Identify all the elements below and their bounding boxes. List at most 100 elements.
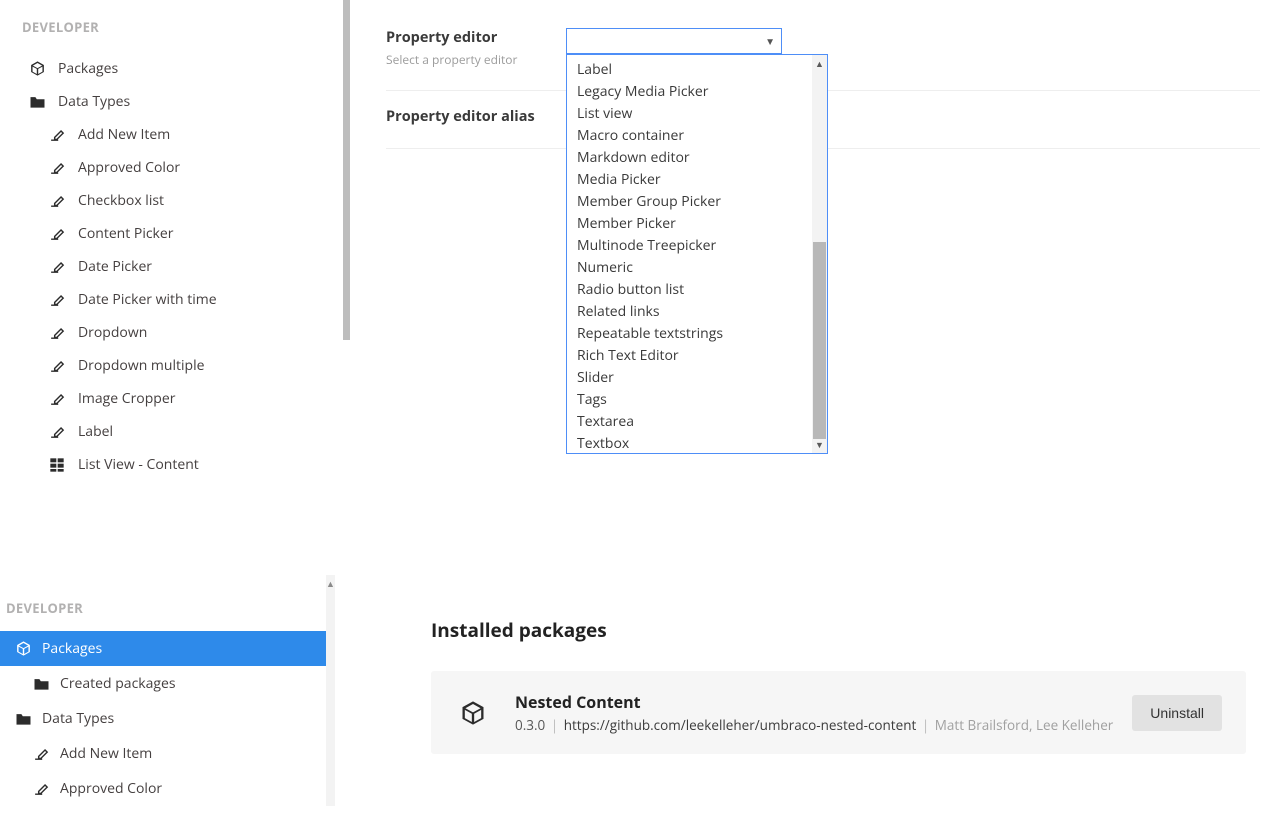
scroll-up-icon[interactable]: ▲ (812, 57, 827, 70)
folder-icon (32, 675, 50, 693)
scroll-thumb[interactable] (813, 242, 826, 439)
caret-down-icon: ▼ (765, 34, 775, 48)
package-card: Nested Content 0.3.0 | https://github.co… (431, 671, 1246, 754)
dropdown-option-legacy-media-picker[interactable]: Legacy Media Picker (567, 80, 812, 102)
tree-item-packages[interactable]: Packages (0, 631, 335, 666)
tree-item-add-new-item[interactable]: Add New Item (0, 736, 335, 771)
edit-icon (48, 390, 66, 408)
sidebar-heading-bottom: DEVELOPER (6, 599, 335, 617)
dropdown-option-multinode-treepicker[interactable]: Multinode Treepicker (567, 234, 812, 256)
dropdown-option-slider[interactable]: Slider (567, 366, 812, 388)
dropdown-option-member-group-picker[interactable]: Member Group Picker (567, 190, 812, 212)
property-editor-select[interactable]: ▼ (566, 28, 782, 54)
tree-item-date-picker[interactable]: Date Picker (22, 250, 350, 283)
scroll-up-icon[interactable]: ▲ (326, 577, 335, 590)
dropdown-option-radio-button-list[interactable]: Radio button list (567, 278, 812, 300)
property-editor-dropdown: LabelLegacy Media PickerList viewMacro c… (566, 54, 828, 454)
tree-item-data-types[interactable]: Data Types (0, 701, 335, 736)
sidebar-heading: DEVELOPER (22, 18, 350, 36)
dropdown-option-related-links[interactable]: Related links (567, 300, 812, 322)
tree-item-label: Checkbox list (78, 191, 164, 210)
property-editor-label-col: Property editor Select a property editor (386, 28, 566, 68)
tree-item-dropdown[interactable]: Dropdown (22, 316, 350, 349)
property-editor-row: Property editor Select a property editor… (386, 28, 1260, 91)
edit-icon (48, 225, 66, 243)
edit-icon (48, 423, 66, 441)
tree-item-label: Label (78, 422, 113, 441)
tree-item-label: Add New Item (78, 125, 170, 144)
package-version: 0.3.0 (515, 716, 545, 734)
property-editor-label: Property editor (386, 28, 566, 47)
tree-item-label: Data Types (42, 709, 114, 728)
tree-item-content-picker[interactable]: Content Picker (22, 217, 350, 250)
tree-item-dropdown-multiple[interactable]: Dropdown multiple (22, 349, 350, 382)
tree-item-checkbox-list[interactable]: Checkbox list (22, 184, 350, 217)
sidebar-scrollbar-bottom[interactable]: ▲ (326, 575, 335, 806)
edit-icon (48, 324, 66, 342)
main-content-top: Property editor Select a property editor… (350, 0, 1276, 485)
tree-item-label: Content Picker (78, 224, 174, 243)
dropdown-option-repeatable-textstrings[interactable]: Repeatable textstrings (567, 322, 812, 344)
tree-item-label: Dropdown multiple (78, 356, 205, 375)
dropdown-option-label[interactable]: Label (567, 58, 812, 80)
sidebar-developer-bottom: ▲ DEVELOPER Packages Created packages Data… (0, 575, 335, 806)
sidebar-developer-top: DEVELOPER Packages Data Types Add New Item… (0, 0, 350, 485)
property-editor-alias-label: Property editor alias (386, 107, 535, 126)
package-title: Nested Content (515, 691, 1132, 713)
tree-item-label: Dropdown (78, 323, 147, 342)
installed-packages-heading: Installed packages (431, 617, 1246, 643)
package-authors: Matt Brailsford, Lee Kelleher (935, 716, 1114, 734)
tree-item-label: Packages (58, 59, 118, 78)
grid-icon (48, 456, 66, 474)
tree-item-approved-color[interactable]: Approved Color (0, 771, 335, 806)
tree-item-label: Date Picker with time (78, 290, 217, 309)
edit-icon (32, 780, 50, 798)
dropdown-option-media-picker[interactable]: Media Picker (567, 168, 812, 190)
property-editor-desc: Select a property editor (386, 51, 566, 68)
folder-icon (14, 710, 32, 728)
dropdown-option-macro-container[interactable]: Macro container (567, 124, 812, 146)
edit-icon (48, 126, 66, 144)
edit-icon (32, 745, 50, 763)
dropdown-option-numeric[interactable]: Numeric (567, 256, 812, 278)
uninstall-button[interactable]: Uninstall (1132, 695, 1222, 731)
box-icon (14, 640, 32, 658)
tree-item-label: Image Cropper (78, 389, 175, 408)
dropdown-option-markdown-editor[interactable]: Markdown editor (567, 146, 812, 168)
dropdown-option-list-view[interactable]: List view (567, 102, 812, 124)
dropdown-option-textarea[interactable]: Textarea (567, 410, 812, 432)
tree-item-data-types[interactable]: Data Types (22, 85, 350, 118)
tree-item-approved-color[interactable]: Approved Color (22, 151, 350, 184)
tree-item-label: Date Picker (78, 257, 152, 276)
tree-item-created-packages[interactable]: Created packages (0, 666, 335, 701)
package-box-icon (455, 695, 491, 731)
sidebar-scrollbar[interactable] (343, 0, 350, 340)
dropdown-option-rich-text-editor[interactable]: Rich Text Editor (567, 344, 812, 366)
tree-item-label: Created packages (60, 674, 176, 693)
edit-icon (48, 357, 66, 375)
dropdown-option-member-picker[interactable]: Member Picker (567, 212, 812, 234)
folder-icon (28, 93, 46, 111)
tree-item-list-view-content[interactable]: List View - Content (22, 448, 350, 481)
scroll-down-icon[interactable]: ▼ (812, 438, 827, 451)
edit-icon (48, 258, 66, 276)
tree-item-add-new-item[interactable]: Add New Item (22, 118, 350, 151)
tree-item-label: Approved Color (78, 158, 180, 177)
edit-icon (48, 291, 66, 309)
tree-item-image-cropper[interactable]: Image Cropper (22, 382, 350, 415)
package-url[interactable]: https://github.com/leekelleher/umbraco-n… (564, 716, 917, 734)
tree-item-label[interactable]: Label (22, 415, 350, 448)
tree-item-label: Data Types (58, 92, 130, 111)
box-icon (28, 60, 46, 78)
edit-icon (48, 192, 66, 210)
dropdown-option-textbox[interactable]: Textbox (567, 432, 812, 453)
main-content-bottom: Installed packages Nested Content 0.3.0 … (335, 575, 1276, 806)
package-meta: 0.3.0 | https://github.com/leekelleher/u… (515, 716, 1132, 734)
tree-item-date-picker-with-time[interactable]: Date Picker with time (22, 283, 350, 316)
tree-item-packages[interactable]: Packages (22, 52, 350, 85)
tree-item-label: Approved Color (60, 779, 162, 798)
edit-icon (48, 159, 66, 177)
tree-item-label: Add New Item (60, 744, 152, 763)
dropdown-option-tags[interactable]: Tags (567, 388, 812, 410)
dropdown-scrollbar[interactable]: ▲ ▼ (812, 55, 827, 453)
